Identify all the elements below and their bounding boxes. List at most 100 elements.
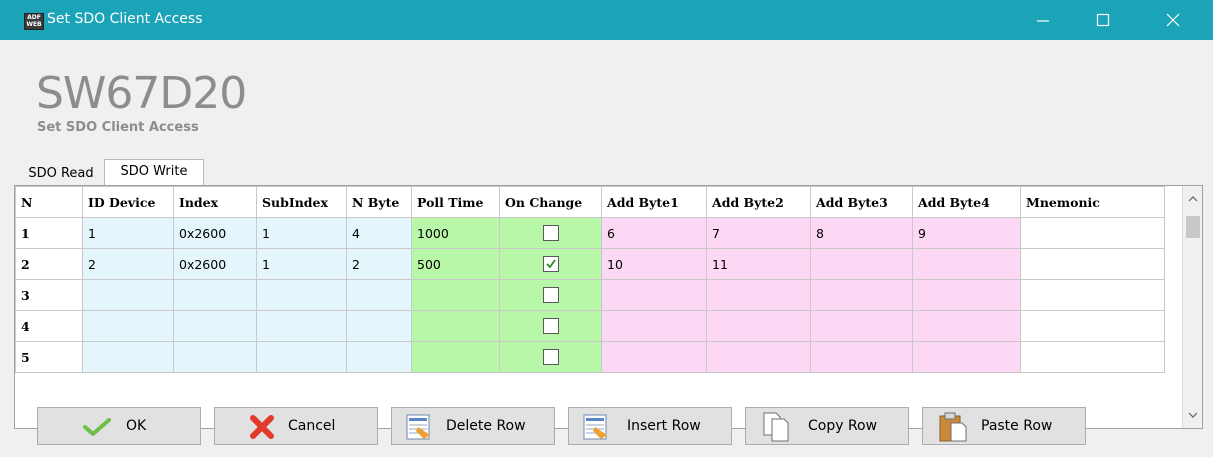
n-byte-cell[interactable]: 2	[346, 248, 412, 280]
id-device-cell[interactable]	[82, 341, 174, 373]
index-cell[interactable]: 0x2600	[173, 217, 257, 249]
id-device-cell[interactable]: 1	[82, 217, 174, 249]
add-byte4-cell[interactable]	[912, 341, 1021, 373]
n-byte-cell[interactable]	[346, 341, 412, 373]
row-number[interactable]: 1	[15, 217, 83, 249]
column-header[interactable]: Poll Time	[411, 186, 500, 218]
add-byte1-cell[interactable]	[601, 341, 707, 373]
row-number[interactable]: 2	[15, 248, 83, 280]
index-cell[interactable]	[173, 279, 257, 311]
on-change-cell[interactable]	[499, 217, 602, 249]
add-byte3-cell[interactable]	[810, 279, 913, 311]
on-change-cell[interactable]	[499, 341, 602, 373]
on-change-cell[interactable]	[499, 279, 602, 311]
row-number[interactable]: 5	[15, 341, 83, 373]
column-header[interactable]: ID Device	[82, 186, 174, 218]
index-cell[interactable]	[173, 310, 257, 342]
add-byte4-cell[interactable]: 9	[912, 217, 1021, 249]
minimize-button[interactable]	[1020, 0, 1066, 40]
poll-time-cell[interactable]	[411, 310, 500, 342]
column-header[interactable]: Add Byte1	[601, 186, 707, 218]
close-button[interactable]	[1150, 0, 1196, 40]
poll-time-cell[interactable]	[411, 341, 500, 373]
index-cell[interactable]	[173, 341, 257, 373]
add-byte4-cell[interactable]	[912, 279, 1021, 311]
column-header[interactable]: N Byte	[346, 186, 412, 218]
add-byte3-cell[interactable]	[810, 310, 913, 342]
mnemonic-cell[interactable]	[1020, 310, 1165, 342]
subindex-cell[interactable]: 1	[256, 248, 347, 280]
add-byte2-cell[interactable]	[706, 310, 811, 342]
on-change-checkbox[interactable]	[542, 256, 559, 273]
window-titlebar[interactable]: ADF WEB Set SDO Client Access	[0, 0, 1213, 40]
ok-button[interactable]: OK	[37, 407, 201, 445]
poll-time-cell[interactable]: 500	[411, 248, 500, 280]
column-header[interactable]: On Change	[499, 186, 602, 218]
paste-row-button[interactable]: Paste Row	[922, 407, 1086, 445]
column-header[interactable]: Mnemonic	[1020, 186, 1165, 218]
id-device-cell[interactable]	[82, 310, 174, 342]
poll-time-cell[interactable]	[411, 279, 500, 311]
ok-label: OK	[126, 418, 147, 434]
on-change-checkbox[interactable]	[542, 318, 559, 335]
table-row[interactable]: 1 1 0x2600 1 4 1000 6 7 8 9	[15, 217, 1165, 249]
add-byte3-cell[interactable]	[810, 248, 913, 280]
add-byte1-cell[interactable]: 10	[601, 248, 707, 280]
subindex-cell[interactable]	[256, 310, 347, 342]
add-byte3-cell[interactable]: 8	[810, 217, 913, 249]
add-byte1-cell[interactable]	[601, 279, 707, 311]
poll-time-cell[interactable]: 1000	[411, 217, 500, 249]
copy-row-button[interactable]: Copy Row	[745, 407, 909, 445]
scrollbar-thumb[interactable]	[1186, 216, 1200, 238]
add-byte1-cell[interactable]	[601, 310, 707, 342]
add-byte2-cell[interactable]	[706, 341, 811, 373]
column-header[interactable]: Add Byte3	[810, 186, 913, 218]
add-byte1-cell[interactable]: 6	[601, 217, 707, 249]
on-change-cell[interactable]	[499, 310, 602, 342]
add-byte4-cell[interactable]	[912, 310, 1021, 342]
cancel-button[interactable]: Cancel	[214, 407, 378, 445]
add-byte2-cell[interactable]: 7	[706, 217, 811, 249]
on-change-checkbox[interactable]	[542, 349, 559, 366]
on-change-cell[interactable]	[499, 248, 602, 280]
id-device-cell[interactable]	[82, 279, 174, 311]
on-change-checkbox[interactable]	[542, 225, 559, 242]
cancel-x-icon	[250, 415, 274, 439]
tab-sdo-write[interactable]: SDO Write	[104, 159, 204, 186]
n-byte-cell[interactable]	[346, 279, 412, 311]
table-row[interactable]: 2 2 0x2600 1 2 500 10 11	[15, 248, 1165, 280]
column-header[interactable]: SubIndex	[256, 186, 347, 218]
mnemonic-cell[interactable]	[1020, 279, 1165, 311]
n-byte-cell[interactable]	[346, 310, 412, 342]
n-byte-cell[interactable]: 4	[346, 217, 412, 249]
add-byte2-cell[interactable]: 11	[706, 248, 811, 280]
insert-row-button[interactable]: Insert Row	[568, 407, 732, 445]
table-row[interactable]: 4	[15, 310, 1165, 342]
window-title: Set SDO Client Access	[47, 11, 203, 27]
tab-sdo-read[interactable]: SDO Read	[19, 163, 103, 184]
row-number[interactable]: 4	[15, 310, 83, 342]
mnemonic-cell[interactable]	[1020, 248, 1165, 280]
table-row[interactable]: 3	[15, 279, 1165, 311]
subindex-cell[interactable]	[256, 341, 347, 373]
column-header[interactable]: Index	[173, 186, 257, 218]
mnemonic-cell[interactable]	[1020, 217, 1165, 249]
column-header[interactable]: Add Byte4	[912, 186, 1021, 218]
id-device-cell[interactable]: 2	[82, 248, 174, 280]
add-byte4-cell[interactable]	[912, 248, 1021, 280]
maximize-button[interactable]	[1080, 0, 1126, 40]
column-header[interactable]: N	[15, 186, 83, 218]
table-row[interactable]: 5	[15, 341, 1165, 373]
delete-row-button[interactable]: Delete Row	[391, 407, 555, 445]
add-byte3-cell[interactable]	[810, 341, 913, 373]
on-change-checkbox[interactable]	[542, 287, 559, 304]
subindex-cell[interactable]: 1	[256, 217, 347, 249]
index-cell[interactable]: 0x2600	[173, 248, 257, 280]
row-number[interactable]: 3	[15, 279, 83, 311]
vertical-scrollbar[interactable]	[1182, 186, 1202, 428]
add-byte2-cell[interactable]	[706, 279, 811, 311]
sdo-write-grid[interactable]: N ID Device Index SubIndex N Byte Poll T…	[14, 185, 1203, 429]
mnemonic-cell[interactable]	[1020, 341, 1165, 373]
subindex-cell[interactable]	[256, 279, 347, 311]
column-header[interactable]: Add Byte2	[706, 186, 811, 218]
